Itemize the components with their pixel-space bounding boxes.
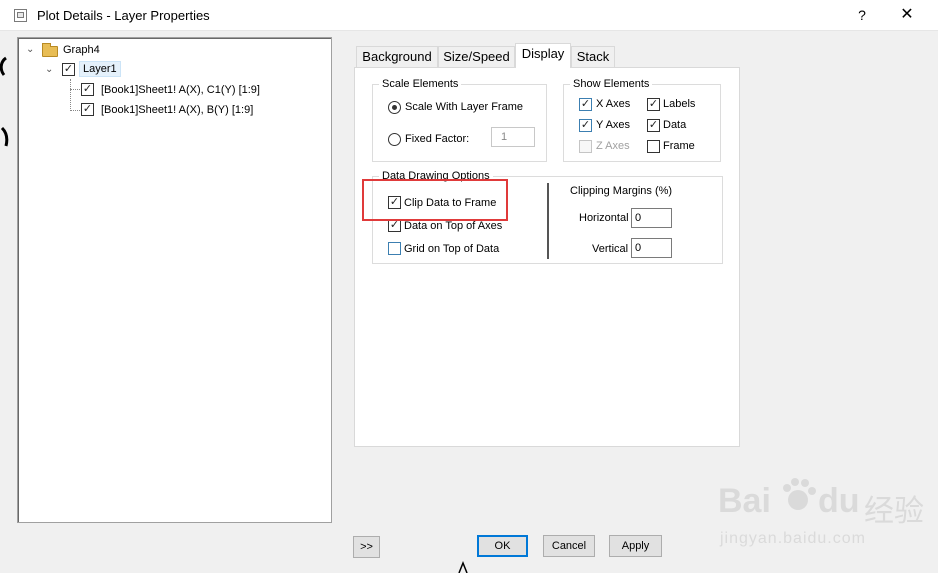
data-drawing-options-group: Data Drawing Options ✓ Clip Data to Fram… [372, 169, 723, 264]
watermark-chinese: 经验 [864, 495, 924, 528]
close-button[interactable]: ✕ [894, 5, 920, 25]
tab-size-speed[interactable]: Size/Speed [438, 46, 515, 68]
paw-icon [783, 478, 816, 510]
data-drawing-options-legend: Data Drawing Options [379, 169, 493, 183]
clip-data-label[interactable]: Clip Data to Frame [404, 196, 496, 210]
data-label[interactable]: Data [663, 118, 686, 132]
plot1-checkbox[interactable]: ✓ [81, 83, 94, 96]
edge-marks [458, 560, 468, 573]
plot2-checkbox[interactable]: ✓ [81, 103, 94, 116]
tree-connector [70, 110, 80, 111]
show-elements-group: Show Elements ✓ X Axes ✓ Y Axes Z Axes ✓… [563, 77, 721, 162]
tree-node-plot2[interactable]: [Book1]Sheet1! A(X), B(Y) [1:9] [101, 101, 253, 119]
window-title: Plot Details - Layer Properties [37, 8, 210, 23]
labels-label[interactable]: Labels [663, 97, 695, 111]
display-tab-panel: Scale Elements Scale With Layer Frame Fi… [354, 67, 740, 447]
watermark-brand: Bai [718, 482, 771, 520]
separator [547, 183, 549, 259]
show-elements-legend: Show Elements [570, 77, 653, 91]
tree-node-graph4[interactable]: Graph4 [63, 41, 100, 59]
y-axes-label[interactable]: Y Axes [596, 118, 630, 132]
watermark-url: jingyan.baidu.com [720, 530, 866, 547]
watermark-brand-suffix: du [818, 482, 860, 520]
grid-on-top-label[interactable]: Grid on Top of Data [404, 242, 499, 256]
tree-node-layer1[interactable]: Layer1 [79, 61, 121, 77]
tab-background[interactable]: Background [356, 46, 438, 68]
fixed-factor-label[interactable]: Fixed Factor: [405, 132, 469, 146]
tab-stack[interactable]: Stack [571, 46, 615, 68]
horizontal-margin-label: Horizontal [579, 212, 629, 224]
frame-checkbox[interactable] [647, 140, 660, 153]
z-axes-label: Z Axes [596, 140, 630, 152]
layer-tree[interactable]: ⌄ Graph4 ⌄ ✓ Layer1 ✓ [Book1]Sheet1! A(X… [17, 37, 332, 523]
tree-node-plot1[interactable]: [Book1]Sheet1! A(X), C1(Y) [1:9] [101, 81, 260, 99]
expand-button[interactable]: >> [353, 536, 380, 558]
baidu-watermark: Bai du 经验 jingyan.baidu.com [718, 470, 928, 570]
scale-elements-legend: Scale Elements [379, 77, 462, 91]
help-button[interactable]: ? [850, 5, 874, 25]
ok-button[interactable]: OK [477, 535, 528, 557]
collapse-layer1-icon[interactable]: ⌄ [45, 63, 53, 77]
tab-display[interactable]: Display [515, 43, 571, 68]
collapse-graph4-icon[interactable]: ⌄ [26, 43, 34, 57]
data-checkbox[interactable]: ✓ [647, 119, 660, 132]
scale-with-layer-frame-radio[interactable] [388, 101, 401, 114]
vertical-margin-field[interactable]: 0 [631, 238, 672, 258]
title-bar: Plot Details - Layer Properties ? ✕ [0, 0, 938, 31]
layer1-checkbox[interactable]: ✓ [62, 63, 75, 76]
fixed-factor-field[interactable]: 1 [491, 127, 535, 147]
y-axes-checkbox[interactable]: ✓ [579, 119, 592, 132]
clipping-margins-title: Clipping Margins (%) [570, 185, 673, 197]
cancel-button[interactable]: Cancel [543, 535, 595, 557]
tree-connector [70, 79, 71, 111]
fixed-factor-radio[interactable] [388, 133, 401, 146]
frame-label[interactable]: Frame [663, 139, 695, 153]
data-on-top-label[interactable]: Data on Top of Axes [404, 219, 502, 233]
apply-button[interactable]: Apply [609, 535, 662, 557]
horizontal-margin-field[interactable]: 0 [631, 208, 672, 228]
z-axes-checkbox [579, 140, 592, 153]
grid-on-top-checkbox[interactable] [388, 242, 401, 255]
vertical-margin-label: Vertical [592, 243, 629, 255]
folder-icon [42, 43, 58, 57]
data-on-top-checkbox[interactable]: ✓ [388, 219, 401, 232]
x-axes-label[interactable]: X Axes [596, 97, 630, 111]
scale-elements-group: Scale Elements Scale With Layer Frame Fi… [372, 77, 547, 162]
x-axes-checkbox[interactable]: ✓ [579, 98, 592, 111]
tree-connector [70, 89, 80, 90]
labels-checkbox[interactable]: ✓ [647, 98, 660, 111]
clip-data-checkbox[interactable]: ✓ [388, 196, 401, 209]
scale-with-layer-frame-label[interactable]: Scale With Layer Frame [405, 100, 523, 114]
